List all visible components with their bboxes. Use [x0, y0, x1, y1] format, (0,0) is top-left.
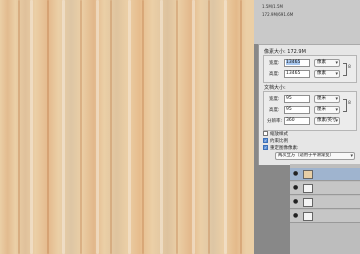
eye-icon[interactable]: ● [293, 185, 298, 191]
pixel-dimensions-group: 宽度: 13465 像素 高度: 13465 像素 8 [263, 55, 357, 83]
eye-icon[interactable]: ● [293, 213, 298, 219]
doc-height-input[interactable]: 95 [284, 106, 310, 114]
wood-grain [176, 0, 178, 254]
wood-grain [110, 0, 112, 254]
layer-row[interactable]: ● [290, 196, 360, 209]
scale-styles-label: 缩放样式 [270, 132, 288, 137]
constrain-proportions-checkbox[interactable]: ✓ 约束比例 [263, 138, 288, 144]
wood-texture-canvas [0, 0, 254, 254]
doc-width-label: 宽度: [269, 97, 280, 102]
wood-grain [30, 0, 33, 254]
wood-grain [240, 0, 242, 254]
layer-thumbnail [303, 170, 313, 179]
info-readout: 172.9M/691.6M [262, 12, 294, 17]
pixel-height-input[interactable]: 13465 [284, 70, 310, 78]
eye-icon[interactable]: ● [293, 199, 298, 205]
wood-grain [142, 0, 144, 254]
layers-panel: ● ● ● ● [290, 164, 360, 254]
eye-icon[interactable]: ● [293, 171, 298, 177]
wood-grain [224, 0, 227, 254]
pixel-dimensions-label: 像素大小: 172.9M [264, 49, 306, 55]
pixel-width-label: 宽度: [269, 61, 280, 66]
doc-width-unit-select[interactable]: 厘米 [314, 95, 340, 103]
pixel-width-unit-select[interactable]: 像素 [314, 59, 340, 67]
layer-thumbnail [303, 198, 313, 207]
resample-checkbox[interactable]: ✓ 重定图像像素: [263, 145, 299, 151]
resolution-unit-select[interactable]: 像素/英寸 [314, 117, 340, 125]
pixel-width-input[interactable]: 13465 [284, 59, 310, 67]
pixel-height-unit-select[interactable]: 像素 [314, 70, 340, 78]
wood-grain [96, 0, 99, 254]
chain-link-icon: 8 [348, 65, 351, 70]
layer-row[interactable]: ● [290, 182, 360, 195]
wood-grain [192, 0, 195, 254]
wood-grain [208, 0, 210, 254]
doc-height-unit-select[interactable]: 厘米 [314, 106, 340, 114]
checkmark-icon[interactable]: ✓ [263, 138, 268, 143]
proportion-link-bracket [343, 63, 347, 76]
document-size-label: 文档大小: [264, 85, 286, 91]
wood-grain [62, 0, 65, 254]
scale-styles-checkbox[interactable]: 缩放样式 [263, 131, 288, 137]
document-link-bracket [343, 99, 347, 112]
checkmark-icon[interactable]: ✓ [263, 145, 268, 150]
resample-label: 重定图像像素: [270, 146, 299, 151]
layer-row[interactable]: ● [290, 168, 360, 181]
doc-height-label: 高度: [269, 108, 280, 113]
info-panel: 1.5M/1.5M 172.9M/691.6M [254, 0, 360, 44]
document-size-group: 宽度: 95 厘米 高度: 95 厘米 分辨率: 360 像素/英寸 8 [263, 91, 357, 131]
checkbox-icon[interactable] [263, 131, 268, 136]
resolution-label: 分辨率: [267, 119, 283, 124]
layer-row[interactable]: ● [290, 210, 360, 223]
info-readout: 1.5M/1.5M [262, 4, 283, 9]
chain-link-icon: 8 [348, 101, 351, 106]
wood-grain [47, 0, 49, 254]
wood-grain [18, 0, 20, 254]
wood-grain [160, 0, 163, 254]
pixel-height-label: 高度: [269, 72, 280, 77]
resample-method-select[interactable]: 两次立方（适用于平滑渐变） [275, 152, 355, 160]
doc-width-input[interactable]: 95 [284, 95, 310, 103]
image-size-dialog: 像素大小: 172.9M 宽度: 13465 像素 高度: 13465 像素 8… [258, 44, 360, 165]
layer-thumbnail [303, 184, 313, 193]
resolution-input[interactable]: 360 [284, 117, 310, 125]
wood-grain [128, 0, 131, 254]
wood-grain [80, 0, 82, 254]
constrain-proportions-label: 约束比例 [270, 139, 288, 144]
layer-thumbnail [303, 212, 313, 221]
